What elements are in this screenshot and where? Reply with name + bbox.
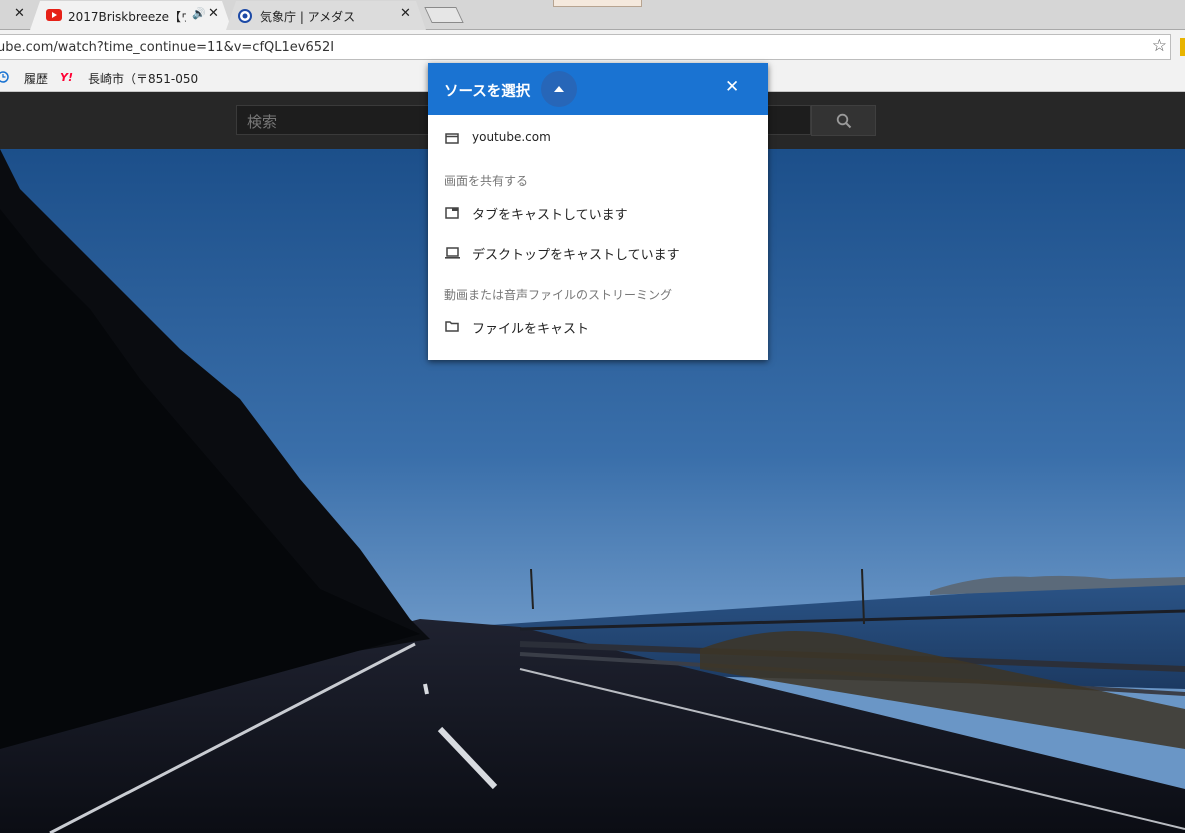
tab-title: 気象庁 | アメダス [260,10,356,24]
youtube-favicon-icon [46,9,62,21]
dialog-title: ソースを選択 [444,84,531,100]
yahoo-icon: Y! [60,71,73,84]
jma-favicon-icon [238,9,252,23]
tab-close-icon[interactable]: ✕ [400,6,411,21]
new-tab-button[interactable] [424,7,464,23]
tab-previous[interactable]: ✕ [0,1,34,30]
item-label: ファイルをキャスト [472,322,590,337]
source-toggle-button[interactable] [541,71,577,107]
bookmark-star-icon[interactable]: ☆ [1152,36,1167,56]
item-label: デスクトップをキャストしています [472,248,680,263]
browser-tab-icon [445,133,459,144]
cast-source-dialog: ソースを選択 ✕ youtube.com 画面を共有する タブをキャストしていま… [428,63,768,360]
section-share-screen: 画面を共有する [444,174,529,188]
laptop-icon [445,247,460,259]
bookmark-yahoo[interactable]: Y! [60,70,73,84]
cast-file-item[interactable]: ファイルをキャスト [428,311,768,343]
tab-close-icon[interactable]: ✕ [14,6,25,21]
source-youtube[interactable]: youtube.com [428,123,768,155]
search-icon [836,113,852,129]
tab-title: 2017Briskbreeze【ウイ [68,10,186,24]
close-button[interactable]: ✕ [725,77,739,97]
window-edge-strip [553,0,642,7]
tab-jma[interactable]: 気象庁 | アメダス ✕ [226,1,426,30]
history-icon [0,71,9,83]
url-text[interactable]: ube.com/watch?time_continue=11&v=cfQL1ev… [0,40,334,55]
dialog-header: ソースを選択 ✕ [428,63,768,115]
cast-desktop-item[interactable]: デスクトップをキャストしています [428,237,768,269]
tab-close-icon[interactable]: ✕ [208,6,219,21]
tab-youtube[interactable]: 2017Briskbreeze【ウイ 🔊 ✕ [30,1,232,30]
audio-playing-icon[interactable]: 🔊 [192,7,206,20]
address-bar[interactable]: ube.com/watch?time_continue=11&v=cfQL1ev… [0,34,1171,60]
section-streaming: 動画または音声ファイルのストリーミング [444,288,673,302]
bookmark-label: 長崎市（〒851-050 [88,72,199,86]
tab-icon [445,207,459,219]
youtube-search-button[interactable] [811,105,876,136]
folder-icon [445,321,459,332]
search-placeholder: 検索 [247,113,278,131]
cast-tab-item[interactable]: タブをキャストしています [428,197,768,229]
item-label: タブをキャストしています [472,208,628,223]
source-label: youtube.com [472,130,551,144]
extension-icon[interactable] [1180,38,1185,56]
bookmark-label: 履歴 [24,72,49,86]
chevron-up-icon [554,86,564,92]
bookmark-nagasaki[interactable]: 長崎市（〒851-050 [88,70,198,87]
